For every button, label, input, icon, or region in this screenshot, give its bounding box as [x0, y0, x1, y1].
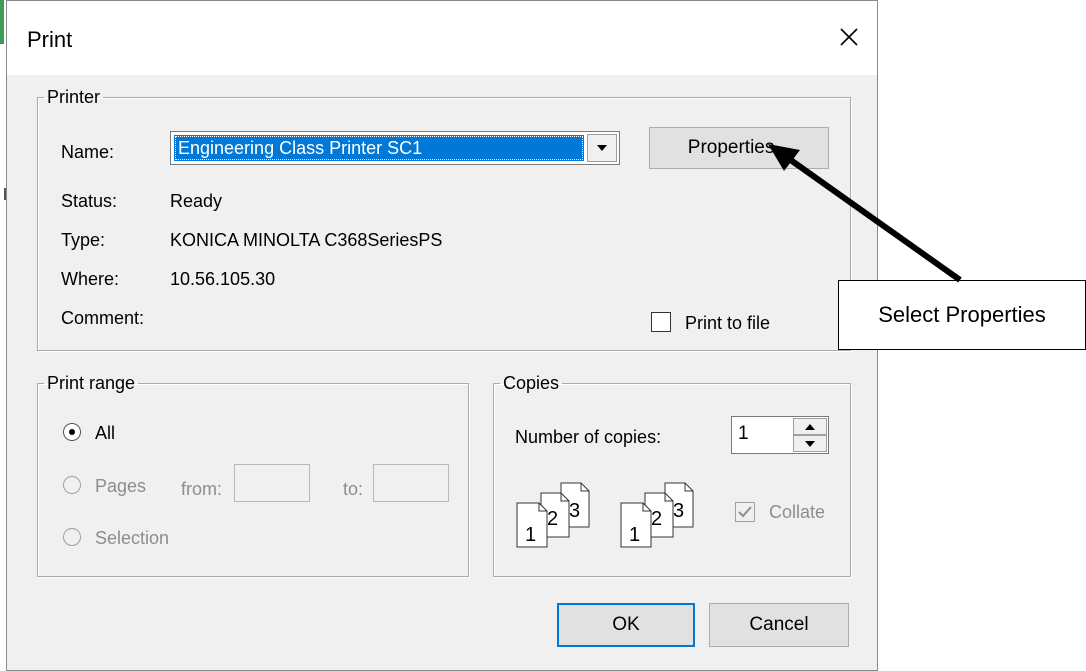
selection-radio[interactable]: [63, 528, 81, 546]
properties-button[interactable]: Properties...: [649, 127, 829, 169]
print-to-file-checkbox[interactable]: [651, 312, 671, 332]
print-dialog: Print Printer Name: Engineering Class Pr…: [6, 0, 878, 671]
pages-label[interactable]: Pages: [95, 476, 146, 497]
arrow-up-icon: [805, 423, 815, 430]
from-page-input[interactable]: [234, 464, 310, 502]
page-digit-1: 1: [525, 524, 536, 546]
checkmark-icon: [738, 506, 752, 518]
copies-spinbox[interactable]: 1: [731, 416, 829, 454]
to-label: to:: [343, 479, 364, 499]
page-digit-2: 2: [651, 508, 662, 530]
copies-legend: Copies: [503, 373, 560, 393]
page-digit-1: 1: [629, 524, 640, 546]
title-bar: Print: [7, 1, 877, 75]
selection-label[interactable]: Selection: [95, 528, 169, 549]
collate-label[interactable]: Collate: [769, 502, 825, 523]
type-label: Type:: [61, 230, 106, 250]
type-value: KONICA MINOLTA C368SeriesPS: [170, 230, 443, 250]
cancel-button[interactable]: Cancel: [709, 603, 849, 647]
comment-label: Comment:: [61, 308, 145, 328]
status-value: Ready: [170, 191, 223, 211]
increment-button[interactable]: [793, 418, 827, 435]
where-label: Where:: [61, 269, 120, 289]
collate-checkbox[interactable]: [735, 502, 755, 522]
printer-name-select[interactable]: Engineering Class Printer SC1: [170, 131, 620, 165]
page-digit-3: 3: [673, 500, 684, 522]
collate-pages-icon-2: 3 2 1: [620, 482, 694, 548]
background-app-accent: [0, 0, 4, 44]
radio-selected-dot: [69, 429, 75, 435]
all-radio[interactable]: [63, 423, 81, 441]
printer-name-value: Engineering Class Printer SC1: [174, 135, 584, 161]
to-page-input[interactable]: [373, 464, 449, 502]
dropdown-button[interactable]: [587, 134, 617, 162]
collate-pages-icon: 3 2 1: [516, 482, 590, 548]
printer-group-legend: Printer: [47, 87, 101, 107]
status-label: Status:: [61, 191, 118, 211]
print-to-file-label[interactable]: Print to file: [685, 313, 770, 334]
close-icon: [840, 28, 858, 46]
print-range-legend: Print range: [47, 373, 136, 393]
dialog-title: Print: [27, 27, 73, 52]
chevron-down-icon: [597, 145, 607, 151]
page-digit-2: 2: [547, 508, 558, 530]
decrement-button[interactable]: [793, 435, 827, 452]
ok-button[interactable]: OK: [557, 603, 695, 647]
spin-buttons: [793, 418, 827, 452]
close-button[interactable]: [827, 15, 871, 59]
all-label[interactable]: All: [95, 423, 115, 444]
name-label: Name:: [61, 142, 115, 162]
copies-value: 1: [738, 423, 749, 444]
arrow-down-icon: [805, 440, 815, 447]
from-label: from:: [181, 479, 223, 499]
page-digit-3: 3: [569, 500, 580, 522]
page-1-sheet: 1: [620, 502, 652, 548]
page-1-sheet: 1: [516, 502, 548, 548]
number-of-copies-label: Number of copies:: [515, 427, 662, 447]
annotation-callout: Select Properties: [838, 280, 1086, 350]
pages-radio[interactable]: [63, 476, 81, 494]
where-value: 10.56.105.30: [170, 269, 276, 289]
